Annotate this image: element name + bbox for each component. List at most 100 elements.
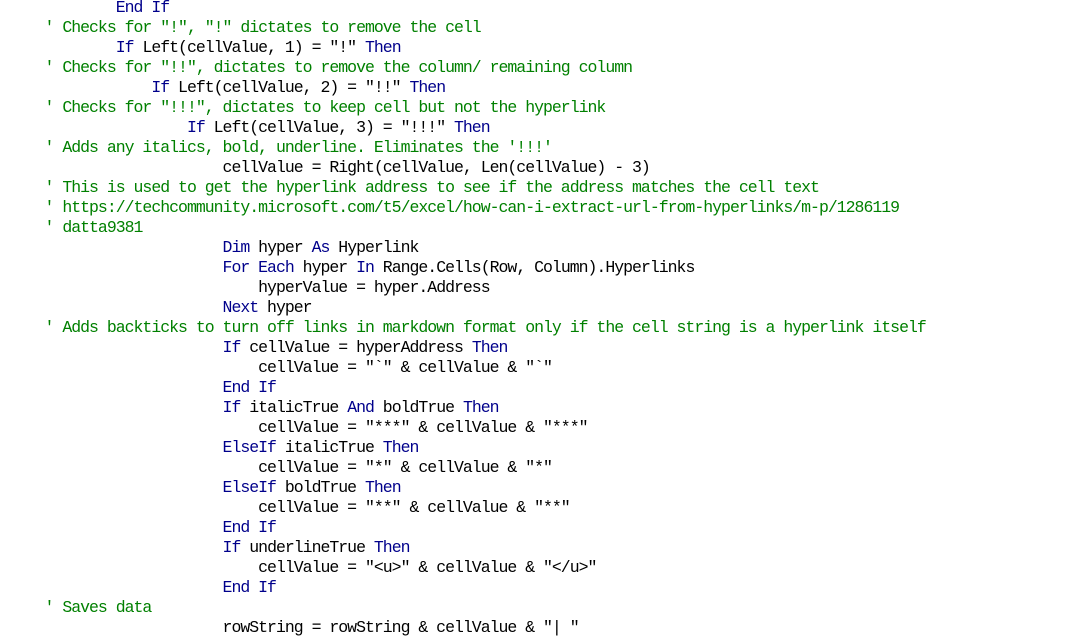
code-keyword: Then: [462, 398, 500, 417]
code-line: If Left(cellValue, 3) = "!!!" Then: [0, 118, 1083, 138]
code-comment: ' Adds any italics, bold, underline. Eli…: [44, 138, 553, 157]
code-text: italicTrue: [275, 438, 383, 457]
code-line: End If: [0, 378, 1083, 398]
code-line: cellValue = "**" & cellValue & "**": [0, 498, 1083, 518]
code-keyword: Then: [373, 538, 411, 557]
code-text: rowString = rowString & cellValue & "| ": [222, 618, 580, 637]
code-keyword: Then: [382, 438, 420, 457]
code-keyword: ElseIf: [222, 478, 277, 497]
code-text: cellValue = "**" & cellValue & "**": [258, 498, 571, 517]
code-text: Range.Cells(Row, Column).Hyperlinks: [373, 258, 696, 277]
code-keyword: If: [222, 538, 242, 557]
code-text: hyper: [249, 238, 312, 257]
code-line: If cellValue = hyperAddress Then: [0, 338, 1083, 358]
code-comment: ' datta9381: [44, 218, 144, 237]
code-comment: ' Saves data: [44, 598, 153, 617]
code-line: For Each hyper In Range.Cells(Row, Colum…: [0, 258, 1083, 278]
code-text: Hyperlink: [329, 238, 419, 257]
code-line: ' https://techcommunity.microsoft.com/t5…: [0, 198, 1083, 218]
code-text: boldTrue: [373, 398, 463, 417]
code-keyword: Then: [409, 78, 446, 97]
code-line: cellValue = "*" & cellValue & "*": [0, 458, 1083, 478]
code-text: hyper: [293, 258, 357, 277]
code-line: If underlineTrue Then: [0, 538, 1083, 558]
code-keyword: If: [186, 118, 206, 137]
code-keyword: Dim: [222, 238, 251, 257]
code-comment: ' This is used to get the hyperlink addr…: [44, 178, 820, 197]
code-keyword: If: [222, 398, 242, 417]
code-line: cellValue = "<u>" & cellValue & "</u>": [0, 558, 1083, 578]
code-line: ' Checks for "!!!", dictates to keep cel…: [0, 98, 1083, 118]
code-line: End If: [0, 0, 1083, 18]
code-text: cellValue = Right(cellValue, Len(cellVal…: [222, 158, 651, 177]
code-text: Left(cellValue, 3) = "!!!": [204, 118, 454, 137]
code-line: rowString = rowString & cellValue & "| ": [0, 618, 1083, 638]
code-text: cellValue = hyperAddress: [240, 338, 472, 357]
code-comment: ' Checks for "!!", dictates to remove th…: [44, 58, 634, 77]
code-keyword: As: [311, 238, 331, 257]
code-text: hyper: [258, 298, 313, 317]
code-line: ' datta9381: [0, 218, 1083, 238]
code-editor[interactable]: End If ' Checks for "!", "!" dictates to…: [0, 0, 1083, 641]
code-text: italicTrue: [240, 398, 348, 417]
code-keyword: Then: [454, 118, 491, 137]
code-line: cellValue = "`" & cellValue & "`": [0, 358, 1083, 378]
code-line: hyperValue = hyper.Address: [0, 278, 1083, 298]
code-keyword: And: [347, 398, 375, 417]
code-text: cellValue = "<u>" & cellValue & "</u>": [258, 558, 597, 577]
code-line: ' This is used to get the hyperlink addr…: [0, 178, 1083, 198]
code-line: End If: [0, 578, 1083, 598]
code-line: Dim hyper As Hyperlink: [0, 238, 1083, 258]
code-line: ' Checks for "!", "!" dictates to remove…: [0, 18, 1083, 38]
code-text: boldTrue: [275, 478, 365, 497]
code-line: ' Saves data: [0, 598, 1083, 618]
code-text: hyperValue = hyper.Address: [258, 278, 490, 297]
code-keyword: For Each: [222, 258, 295, 277]
code-line: If italicTrue And boldTrue Then: [0, 398, 1083, 418]
code-keyword: Next: [222, 298, 260, 317]
code-keyword: Then: [365, 38, 402, 57]
code-line: ' Adds backticks to turn off links in ma…: [0, 318, 1083, 338]
code-text: cellValue = "`" & cellValue & "`": [258, 358, 553, 377]
code-keyword: End If: [222, 578, 277, 597]
code-keyword: Then: [365, 478, 402, 497]
code-line: If Left(cellValue, 2) = "!!" Then: [0, 78, 1083, 98]
code-keyword: If: [151, 78, 170, 97]
code-line: ' Adds any italics, bold, underline. Eli…: [0, 138, 1083, 158]
code-text: underlineTrue: [240, 538, 374, 557]
code-keyword: ElseIf: [222, 438, 277, 457]
code-line: End If: [0, 518, 1083, 538]
code-text: Left(cellValue, 1) = "!": [133, 38, 365, 57]
code-keyword: End If: [115, 0, 170, 17]
code-line: If Left(cellValue, 1) = "!" Then: [0, 38, 1083, 58]
code-keyword: Then: [471, 338, 509, 357]
code-keyword: In: [356, 258, 375, 277]
code-keyword: If: [222, 338, 242, 357]
